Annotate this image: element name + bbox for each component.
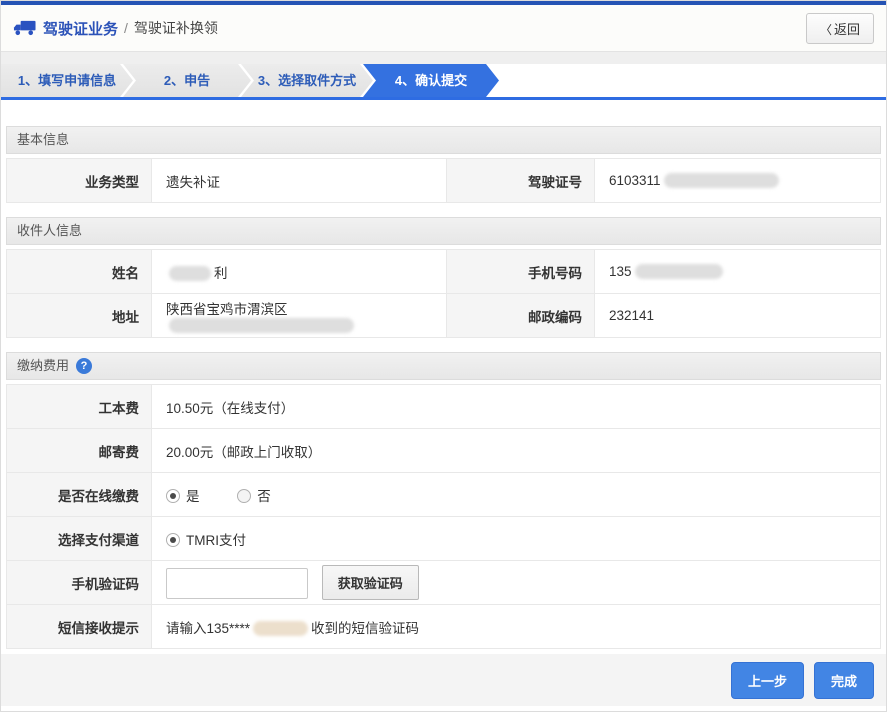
previous-step-button[interactable]: 上一步 [731,662,804,699]
back-button-label: 返回 [834,22,860,37]
business-type-value: 遗失补证 [152,159,447,203]
table-row: 业务类型 遗失补证 驾驶证号 6103311 [7,159,881,203]
postage-value: 20.00元（邮政上门收取） [152,429,881,473]
breadcrumb-divider: / [124,20,128,36]
table-row: 是否在线缴费 是 否 [7,473,881,517]
channel-option-label: TMRI支付 [186,533,246,548]
finish-button[interactable]: 完成 [814,662,874,699]
section-header-payment: 缴纳费用 ? [6,352,881,380]
channel-options: TMRI支付 [152,517,881,561]
page-header: 驾驶证业务 / 驾驶证补换领 〈返回 [1,5,886,52]
sms-code-row: 获取验证码 [152,561,881,605]
phone-text: 135 [609,264,632,279]
header-separator-band [1,52,886,64]
channel-label: 选择支付渠道 [7,517,152,561]
tab-step3-pickup-method[interactable]: 3、选择取件方式 [241,64,373,97]
section-header-recipient-info: 收件人信息 [6,217,881,245]
back-button[interactable]: 〈返回 [806,13,874,44]
sms-code-label: 手机验证码 [7,561,152,605]
radio-online-pay-yes[interactable] [166,489,180,503]
online-pay-label: 是否在线缴费 [7,473,152,517]
redaction-smudge [253,621,308,636]
postcode-label: 邮政编码 [447,294,595,338]
license-no-label: 驾驶证号 [447,159,595,203]
main-content: 基本信息 业务类型 遗失补证 驾驶证号 6103311 收件人信息 姓名 利 手… [1,126,886,649]
table-row: 手机验证码 获取验证码 [7,561,881,605]
redaction-smudge [169,266,211,281]
online-pay-options: 是 否 [152,473,881,517]
postcode-value: 232141 [595,294,881,338]
section-header-basic-info: 基本信息 [6,126,881,154]
redaction-smudge [169,318,354,333]
business-type-label: 业务类型 [7,159,152,203]
payment-table: 工本费 10.50元（在线支付） 邮寄费 20.00元（邮政上门收取） 是否在线… [6,384,881,649]
address-text: 陕西省宝鸡市渭滨区 [166,302,288,317]
address-label: 地址 [7,294,152,338]
tab-step1-fill-application[interactable]: 1、填写申请信息 [1,64,133,97]
phone-value: 135 [595,250,881,294]
sms-tip-label: 短信接收提示 [7,605,152,649]
online-pay-no-label: 否 [257,489,271,504]
page-title: 驾驶证业务 [43,18,118,39]
get-sms-code-button[interactable]: 获取验证码 [322,565,419,600]
license-no-text: 6103311 [609,173,661,188]
footer-action-bar: 上一步 完成 [1,654,886,706]
help-icon[interactable]: ? [76,358,92,374]
postage-label: 邮寄费 [7,429,152,473]
recipient-info-table: 姓名 利 手机号码 135 地址 陕西省宝鸡市渭滨区 邮政编码 232141 [6,249,881,338]
table-row: 地址 陕西省宝鸡市渭滨区 邮政编码 232141 [7,294,881,338]
tab-step2-declare[interactable]: 2、申告 [123,64,251,97]
breadcrumb: 驾驶证补换领 [134,18,218,38]
address-value: 陕西省宝鸡市渭滨区 [152,294,447,338]
name-label: 姓名 [7,250,152,294]
fee-value: 10.50元（在线支付） [152,385,881,429]
table-row: 邮寄费 20.00元（邮政上门收取） [7,429,881,473]
sms-tip-prefix: 请输入135**** [166,621,250,636]
step-tabs: 1、填写申请信息 2、申告 3、选择取件方式 4、确认提交 [1,64,886,100]
online-pay-yes-label: 是 [186,489,200,504]
sms-code-input[interactable] [166,568,308,599]
radio-channel-tmri[interactable] [166,533,180,547]
phone-label: 手机号码 [447,250,595,294]
basic-info-table: 业务类型 遗失补证 驾驶证号 6103311 [6,158,881,203]
fee-label: 工本费 [7,385,152,429]
name-value: 利 [152,250,447,294]
table-row: 工本费 10.50元（在线支付） [7,385,881,429]
tab-step4-confirm-submit[interactable]: 4、确认提交 [363,64,499,97]
sms-tip-suffix: 收到的短信验证码 [311,621,419,636]
table-row: 短信接收提示 请输入135**** 收到的短信验证码 [7,605,881,649]
license-no-value: 6103311 [595,159,881,203]
table-row: 选择支付渠道 TMRI支付 [7,517,881,561]
redaction-smudge [635,264,723,279]
table-row: 姓名 利 手机号码 135 [7,250,881,294]
redaction-smudge [664,173,779,188]
sms-tip-value: 请输入135**** 收到的短信验证码 [152,605,881,649]
recipient-info-title: 收件人信息 [17,218,82,244]
payment-title: 缴纳费用 [17,353,69,379]
radio-online-pay-no[interactable] [237,489,251,503]
truck-icon [13,20,36,36]
basic-info-title: 基本信息 [17,127,69,153]
back-chevron-icon: 〈 [820,23,832,37]
name-text: 利 [214,266,228,281]
